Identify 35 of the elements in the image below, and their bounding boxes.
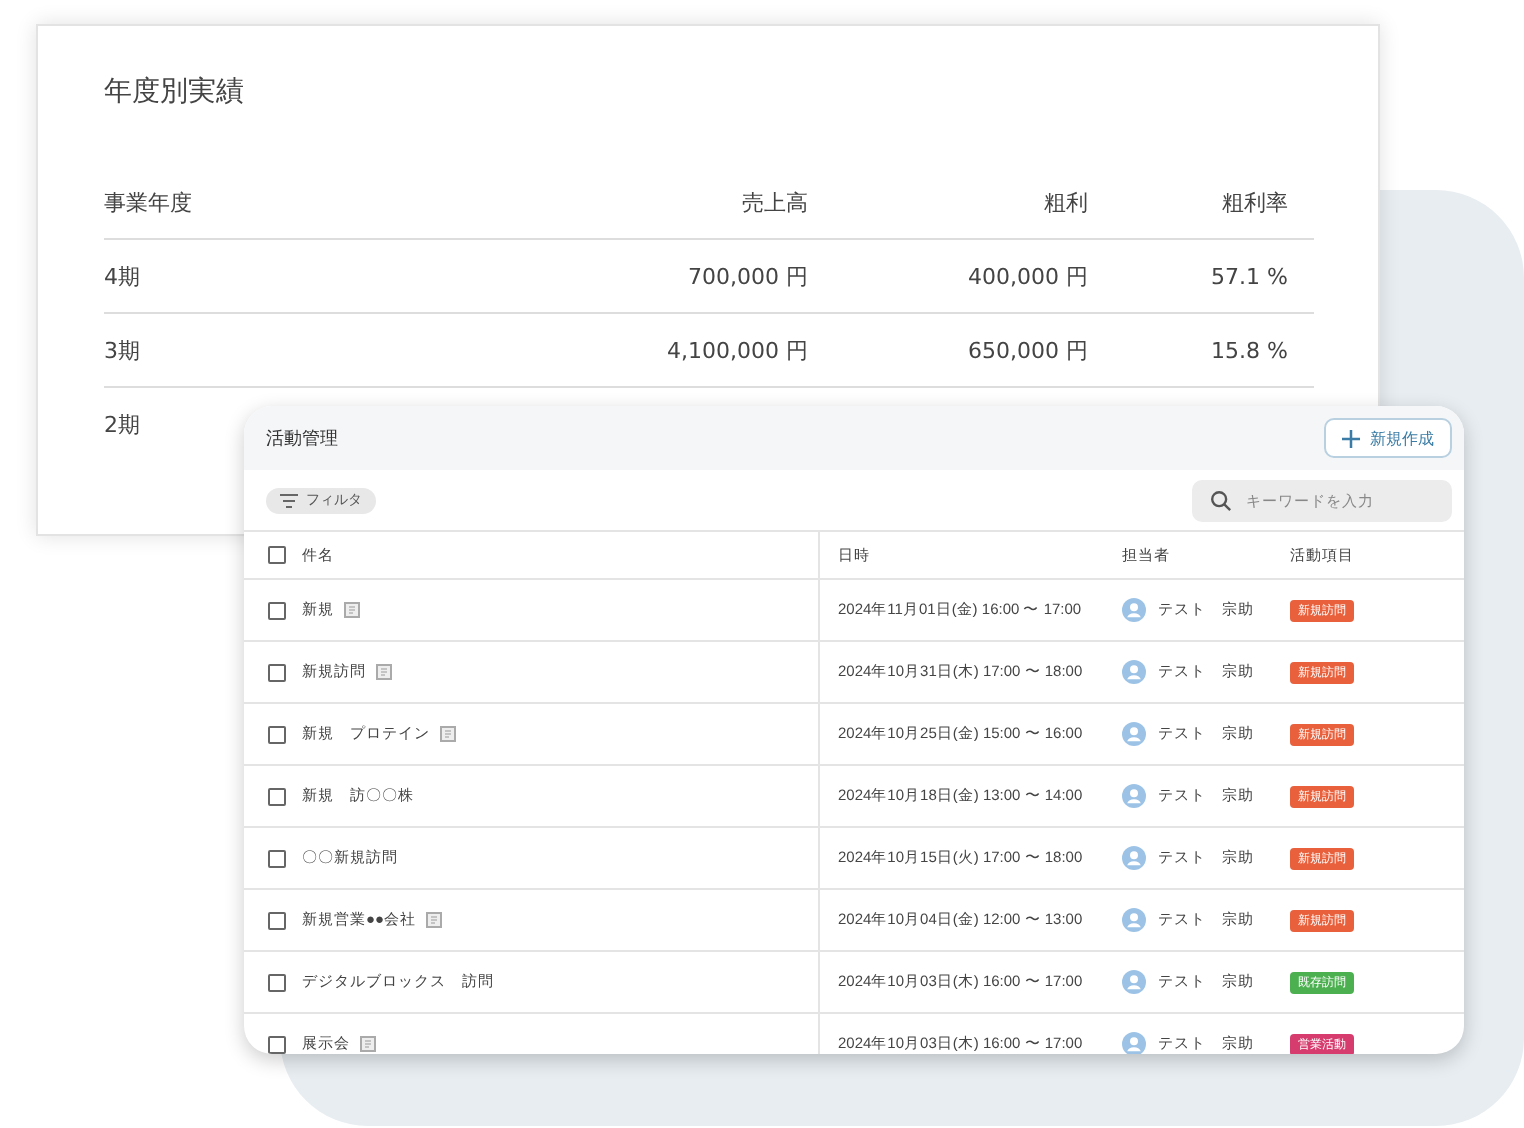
table-cell-text: 15.8 % [1209,337,1288,363]
filter-icon [280,493,298,507]
checkbox[interactable] [268,911,286,929]
avatar-icon [1122,660,1146,684]
column-header: 売上高 [740,187,808,217]
column-header: 粗利率 [1220,187,1288,217]
table-cell-text: 700,000 円 [686,261,808,291]
table-cell-text: 650,000 円 [966,335,1088,365]
checkbox[interactable] [268,601,286,619]
table-cell-text: 3期 [104,335,142,365]
checkbox[interactable] [268,725,286,743]
avatar-icon [1122,722,1146,746]
search-icon [1210,489,1232,511]
checkbox[interactable] [268,1035,286,1053]
checkbox[interactable] [268,973,286,991]
column-header: 粗利 [1042,187,1088,217]
avatar-icon [1122,784,1146,808]
avatar-icon [1122,908,1146,932]
column-header: 事業年度 [104,187,194,217]
card-title: 活動管理 [266,425,338,451]
avatar-icon [1122,598,1146,622]
table-cell-text: 400,000 円 [966,261,1088,291]
table-cell-text: 4期 [104,261,142,291]
avatar-icon [1122,970,1146,994]
card-title: 年度別実績 [104,74,246,110]
plus-icon [1342,429,1360,447]
checkbox[interactable] [268,546,286,564]
new-button[interactable]: 新規作成 [1324,418,1452,458]
table-cell-text: 2期 [104,409,142,439]
checkbox[interactable] [268,663,286,681]
checkbox[interactable] [268,849,286,867]
checkbox[interactable] [268,787,286,805]
avatar-icon [1122,846,1146,870]
table-cell-text: 57.1 % [1209,263,1288,289]
table-cell-text: 4,100,000 円 [665,335,808,365]
